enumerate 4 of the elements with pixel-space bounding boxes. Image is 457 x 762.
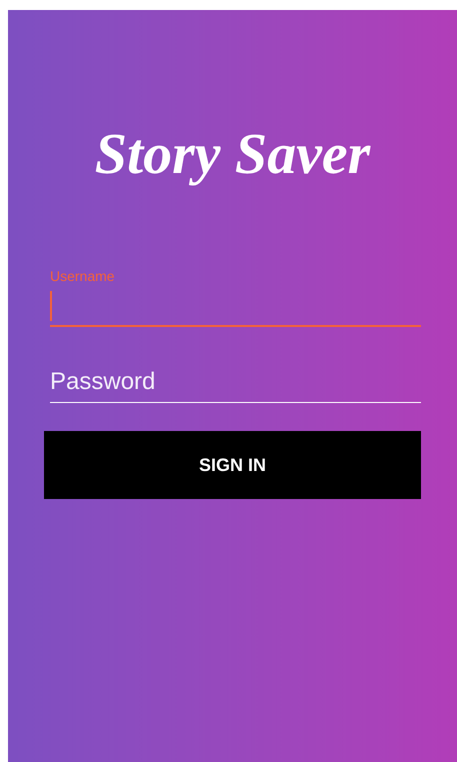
- sign-in-button[interactable]: SIGN IN: [44, 431, 421, 499]
- text-cursor: [50, 291, 52, 321]
- app-title: Story Saver: [94, 125, 370, 188]
- field-label: Username: [50, 268, 115, 284]
